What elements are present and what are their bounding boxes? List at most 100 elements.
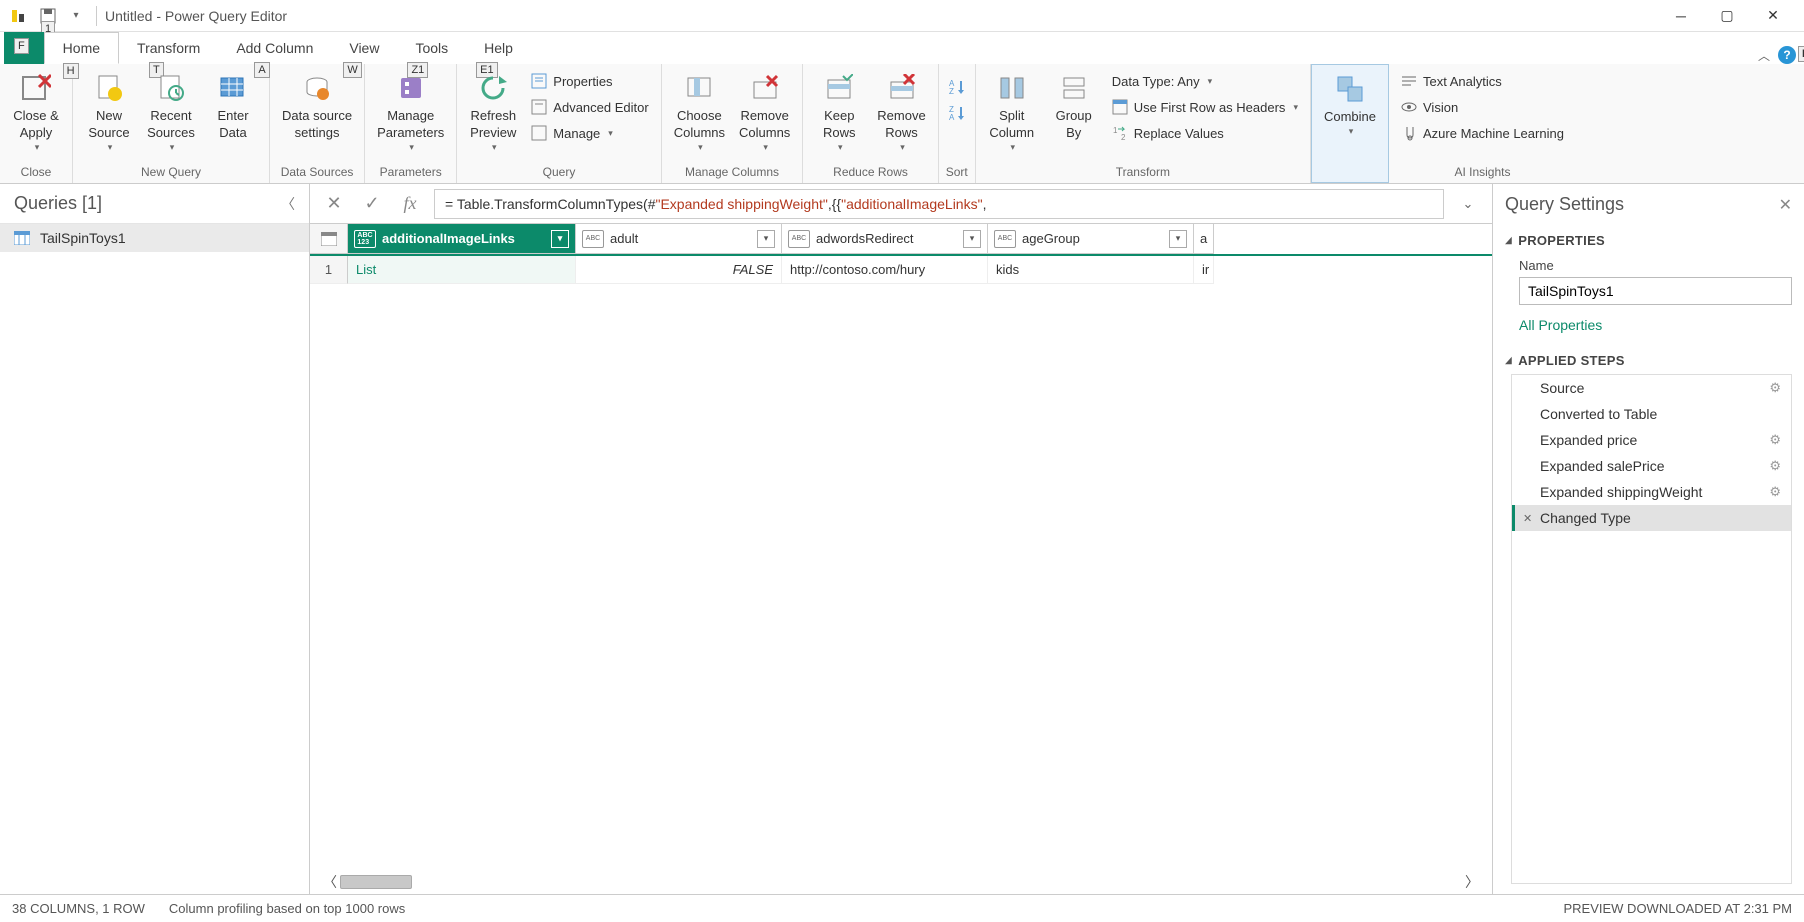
column-header[interactable]: ABC 123additionalImageLinks▾ bbox=[348, 224, 576, 254]
enter-data-button[interactable]: Enter Data bbox=[203, 68, 263, 146]
column-header[interactable]: ABCageGroup▾ bbox=[988, 224, 1194, 254]
applied-step[interactable]: Changed Type bbox=[1512, 505, 1791, 531]
split-column-button[interactable]: Split Column bbox=[982, 68, 1042, 157]
expand-formula-icon[interactable]: ⌄ bbox=[1454, 190, 1482, 218]
properties-button[interactable]: Properties bbox=[525, 68, 654, 94]
applied-step[interactable]: Expanded salePrice bbox=[1512, 453, 1791, 479]
new-source-button[interactable]: New Source bbox=[79, 68, 139, 157]
query-name-input[interactable] bbox=[1519, 277, 1792, 305]
table-row[interactable]: 1ListFALSEhttp://contoso.com/hurykidsir bbox=[310, 256, 1492, 284]
applied-steps-list: SourceConverted to TableExpanded priceEx… bbox=[1511, 374, 1792, 884]
tab-label: Tools bbox=[415, 40, 448, 56]
group-label: Query bbox=[463, 163, 654, 181]
vision-button[interactable]: Vision bbox=[1395, 94, 1570, 120]
query-item[interactable]: TailSpinToys1 bbox=[0, 224, 309, 252]
scroll-left-icon[interactable]: 〈 bbox=[320, 872, 340, 892]
fx-icon[interactable]: fx bbox=[396, 190, 424, 218]
column-type-icon[interactable]: ABC 123 bbox=[354, 230, 376, 248]
column-type-icon[interactable]: ABC bbox=[582, 230, 604, 248]
table-cell[interactable]: FALSE bbox=[576, 256, 782, 284]
tab-label: View bbox=[349, 40, 379, 56]
minimize-button[interactable]: ─ bbox=[1658, 0, 1704, 32]
manage-button[interactable]: Manage bbox=[525, 120, 654, 146]
formula-input[interactable]: = Table.TransformColumnTypes(#"Expanded … bbox=[434, 189, 1444, 219]
column-header[interactable]: a bbox=[1194, 224, 1214, 254]
scroll-right-icon[interactable]: 〉 bbox=[1462, 872, 1482, 892]
app-icon bbox=[8, 6, 28, 26]
close-button[interactable]: ✕ bbox=[1750, 0, 1796, 32]
qat-dropdown-icon[interactable]: ▾ bbox=[64, 4, 88, 28]
sort-desc-button[interactable]: ZA bbox=[945, 100, 969, 126]
close-apply-button[interactable]: Close & Apply bbox=[6, 68, 66, 157]
tab-help[interactable]: Help E1 bbox=[466, 32, 531, 64]
column-filter-icon[interactable]: ▾ bbox=[1169, 230, 1187, 248]
data-source-settings-button[interactable]: Data source settings bbox=[276, 68, 358, 146]
keep-rows-button[interactable]: Keep Rows bbox=[809, 68, 869, 157]
manage-parameters-button[interactable]: Manage Parameters bbox=[371, 68, 450, 157]
maximize-button[interactable]: ▢ bbox=[1704, 0, 1750, 32]
text-analytics-button[interactable]: Text Analytics bbox=[1395, 68, 1570, 94]
tab-tools[interactable]: Tools Z1 bbox=[397, 32, 466, 64]
table-cell[interactable]: http://contoso.com/hury bbox=[782, 256, 988, 284]
choose-columns-button[interactable]: Choose Columns bbox=[668, 68, 731, 157]
button-label: Use First Row as Headers bbox=[1134, 100, 1286, 115]
column-filter-icon[interactable]: ▾ bbox=[963, 230, 981, 248]
combine-icon bbox=[1334, 73, 1366, 105]
button-label: Azure Machine Learning bbox=[1423, 126, 1564, 141]
column-header[interactable]: ABCadult▾ bbox=[576, 224, 782, 254]
help-icon[interactable]: ? E2 bbox=[1778, 46, 1796, 64]
advanced-editor-button[interactable]: Advanced Editor bbox=[525, 94, 654, 120]
column-type-icon[interactable]: ABC bbox=[994, 230, 1016, 248]
applied-step[interactable]: Converted to Table bbox=[1512, 401, 1791, 427]
choose-columns-icon bbox=[683, 72, 715, 104]
group-by-button[interactable]: Group By bbox=[1044, 68, 1104, 146]
tab-view[interactable]: View W bbox=[331, 32, 397, 64]
scroll-thumb[interactable] bbox=[340, 875, 412, 889]
tab-home[interactable]: Home H bbox=[44, 32, 119, 64]
group-label: Parameters bbox=[371, 163, 450, 181]
applied-step[interactable]: Expanded price bbox=[1512, 427, 1791, 453]
tab-file[interactable]: Fi F bbox=[4, 32, 44, 64]
refresh-preview-button[interactable]: Refresh Preview bbox=[463, 68, 523, 157]
combine-button[interactable]: Combine bbox=[1318, 69, 1382, 142]
first-row-headers-button[interactable]: Use First Row as Headers bbox=[1106, 94, 1304, 120]
accept-formula-button[interactable]: ✓ bbox=[358, 190, 386, 218]
sort-asc-button[interactable]: AZ bbox=[945, 74, 969, 100]
collapse-ribbon-icon[interactable]: ︿ bbox=[1758, 47, 1770, 64]
all-properties-link[interactable]: All Properties bbox=[1519, 317, 1792, 333]
horizontal-scrollbar[interactable]: 〈 〉 bbox=[310, 870, 1492, 894]
applied-step[interactable]: Source bbox=[1512, 375, 1791, 401]
azure-ml-button[interactable]: Azure Machine Learning bbox=[1395, 120, 1570, 146]
group-label: Sort bbox=[945, 163, 969, 181]
column-header[interactable]: ABCadwordsRedirect▾ bbox=[782, 224, 988, 254]
qat-save-icon[interactable]: 1 bbox=[36, 4, 60, 28]
tab-transform[interactable]: Transform T bbox=[119, 32, 218, 64]
remove-columns-button[interactable]: Remove Columns bbox=[733, 68, 796, 157]
button-label: Replace Values bbox=[1134, 126, 1224, 141]
vision-icon bbox=[1401, 99, 1417, 115]
cancel-formula-button[interactable]: ✕ bbox=[320, 190, 348, 218]
row-number[interactable]: 1 bbox=[310, 256, 348, 284]
column-filter-icon[interactable]: ▾ bbox=[757, 230, 775, 248]
properties-section-header[interactable]: PROPERTIES bbox=[1505, 227, 1792, 254]
remove-rows-button[interactable]: Remove Rows bbox=[871, 68, 931, 157]
group-label: AI Insights bbox=[1395, 163, 1570, 181]
column-type-icon[interactable]: ABC bbox=[788, 230, 810, 248]
data-type-button[interactable]: Data Type: Any bbox=[1106, 68, 1304, 94]
group-label: Close bbox=[6, 163, 66, 181]
applied-steps-header[interactable]: APPLIED STEPS bbox=[1505, 347, 1792, 374]
formula-text: "additionalImageLinks" bbox=[841, 196, 982, 212]
grid-corner[interactable] bbox=[310, 224, 348, 254]
tab-add-column[interactable]: Add Column A bbox=[218, 32, 331, 64]
table-cell[interactable]: ir bbox=[1194, 256, 1214, 284]
close-settings-icon[interactable]: ✕ bbox=[1779, 195, 1792, 215]
table-cell[interactable]: List bbox=[348, 256, 576, 284]
column-filter-icon[interactable]: ▾ bbox=[551, 230, 569, 248]
table-icon bbox=[14, 231, 30, 245]
recent-sources-button[interactable]: Recent Sources bbox=[141, 68, 201, 157]
collapse-queries-icon[interactable]: 〈 bbox=[281, 194, 295, 214]
replace-values-button[interactable]: 12Replace Values bbox=[1106, 120, 1304, 146]
applied-step[interactable]: Expanded shippingWeight bbox=[1512, 479, 1791, 505]
table-cell[interactable]: kids bbox=[988, 256, 1194, 284]
keytip: E2 bbox=[1798, 46, 1804, 62]
